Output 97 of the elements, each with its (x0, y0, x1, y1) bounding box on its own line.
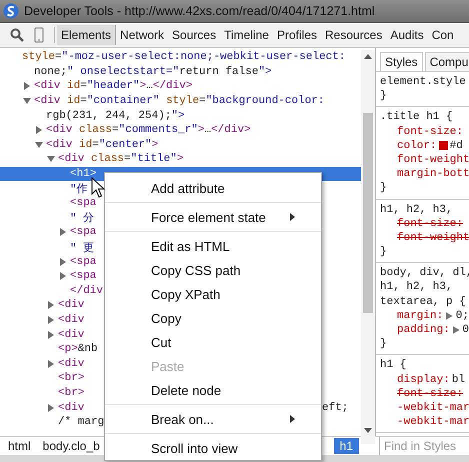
collapsed-triangle-icon[interactable] (47, 360, 55, 368)
panel-tab[interactable]: Elements (57, 25, 116, 45)
sidebar-tab[interactable]: Styles (380, 52, 423, 71)
css-selector: textarea, p { (380, 294, 467, 309)
collapsed-triangle-icon[interactable] (47, 404, 55, 412)
dom-node-text: <p>&nb (58, 343, 98, 356)
css-property: padding: (397, 323, 450, 338)
css-property: font-size: (397, 216, 464, 231)
expanded-triangle-icon[interactable] (23, 97, 31, 106)
menu-item[interactable]: Copy CSS path (105, 258, 321, 282)
menu-item[interactable]: Add attribute (105, 176, 321, 200)
css-property: margin: (397, 308, 444, 324)
collapsed-triangle-icon[interactable] (35, 126, 43, 134)
css-selector: .title h1 { (380, 110, 454, 125)
menu-item[interactable]: Copy (105, 306, 321, 330)
breadcrumb[interactable]: h1 (334, 438, 359, 454)
dom-node-text: " 分 (70, 211, 94, 226)
css-property: font-weight (397, 152, 469, 168)
closing-brace: } (380, 89, 388, 104)
css-selector: h1, h2, h3, (380, 202, 454, 217)
expanded-triangle-icon[interactable] (47, 155, 55, 164)
scrollbar[interactable] (361, 50, 375, 444)
dom-node-text: <h1> (70, 168, 96, 180)
panel-tab[interactable]: Network (116, 25, 168, 45)
menu-item[interactable]: Cut (105, 330, 321, 354)
menu-item[interactable]: Delete node (105, 378, 321, 402)
dom-node-text: style="-moz-user-select:none;-webkit-user-select: (22, 51, 346, 64)
menu-item[interactable]: Edit as HTML (105, 234, 321, 258)
mobile-device-icon[interactable] (34, 27, 44, 43)
dom-node-text: <spa (70, 226, 96, 238)
dom-node-text: rgb(231, 244, 254);"> (46, 110, 185, 122)
menu-item[interactable]: Break on... (105, 407, 321, 431)
dom-node-text: <spa (70, 197, 96, 210)
dom-node-text: <div id="container" style="background-color: (34, 95, 325, 108)
dom-node-text: <spa (70, 256, 96, 268)
expanded-triangle-icon[interactable] (35, 140, 43, 149)
collapsed-triangle-icon[interactable] (47, 316, 55, 324)
css-property: -webkit-mar (397, 400, 469, 416)
window-title: Developer Tools - http://www.42xs.com/read/0/404/171271.html (24, 4, 375, 18)
css-selector: h1 { (380, 358, 408, 373)
dom-node-text: <div (58, 358, 84, 370)
sidebar-tab[interactable]: Compu (424, 52, 469, 71)
panel-tab[interactable]: Profiles (272, 25, 321, 45)
color-swatch[interactable] (438, 141, 448, 150)
dom-node-text: <div class="comments_r">…</div> (46, 124, 251, 136)
closing-brace: } (380, 337, 388, 352)
closing-brace: } (380, 181, 388, 196)
css-value: 0 (462, 323, 469, 338)
css-property: font-weight (397, 230, 469, 246)
collapsed-triangle-icon[interactable] (47, 301, 55, 310)
breadcrumb[interactable]: body.clo_b (38, 438, 104, 454)
menu-item[interactable]: Scroll into view (105, 436, 321, 460)
closing-brace: } (380, 245, 388, 260)
dom-node-text: </div (70, 284, 104, 297)
dom-node-text: <div id="center"> (46, 138, 158, 151)
collapsed-triangle-icon[interactable] (59, 228, 67, 236)
dom-node-text: <div (58, 402, 84, 414)
breadcrumb[interactable]: html (4, 438, 35, 454)
panel-tab[interactable]: Con (428, 25, 458, 45)
panel-tab[interactable]: Timeline (220, 25, 273, 45)
css-property: margin-bott (397, 167, 469, 182)
dom-node-text: <div (58, 299, 84, 312)
collapsed-triangle-icon[interactable] (47, 330, 55, 339)
app-logo-icon (3, 3, 19, 19)
dom-node-text: <div id="header">…</div> (34, 80, 192, 92)
css-value: #d (450, 138, 463, 153)
dom-node-text: <div (58, 328, 84, 341)
css-property: color: (397, 138, 437, 153)
search-icon[interactable] (10, 28, 24, 42)
dom-node-text: <br> (58, 386, 84, 399)
dom-node-text: "作 (70, 182, 88, 196)
panel-tab[interactable]: Sources (168, 25, 220, 45)
dom-node-text: <div (58, 314, 84, 326)
collapsed-triangle-icon[interactable] (23, 82, 31, 90)
dom-node-text: /* marg (58, 416, 104, 428)
menu-item[interactable]: Copy XPath (105, 282, 321, 306)
menu-item[interactable]: Force element state (105, 205, 321, 229)
css-property: font-size: (397, 124, 464, 139)
css-property: font-size: (397, 386, 464, 401)
collapsed-triangle-icon[interactable] (59, 272, 67, 280)
panel-tab[interactable]: Audits (386, 25, 428, 45)
css-selector: element.style (380, 75, 467, 90)
css-selector: h1, h2, h3, (380, 280, 454, 295)
dom-node-text: " 更 (70, 242, 94, 255)
css-value: 0; (456, 308, 469, 324)
dom-node-text: <spa (70, 270, 96, 282)
dom-node-text: <div class="title"> (58, 153, 184, 166)
dom-node-text: <br> (58, 372, 84, 384)
dom-node-text: eft; (322, 402, 348, 414)
css-property: -webkit-mar (397, 415, 469, 430)
expand-triangle-icon[interactable] (452, 326, 460, 334)
css-property: display: (397, 372, 450, 387)
panel-tab[interactable]: Resources (321, 25, 386, 45)
expand-triangle-icon[interactable] (446, 312, 453, 320)
collapsed-triangle-icon[interactable] (59, 258, 67, 266)
dom-node-text: none;" onselectstart="return false"> (34, 66, 272, 78)
css-value: bl (452, 372, 466, 387)
